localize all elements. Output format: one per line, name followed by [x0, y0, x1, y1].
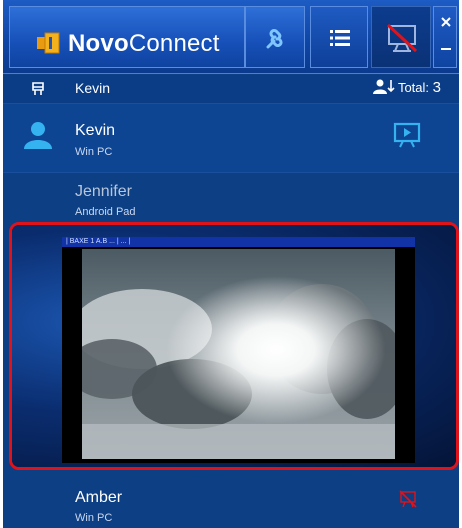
- link-button[interactable]: [245, 6, 305, 68]
- user-device: Win PC: [75, 146, 113, 158]
- presenter-seat-icon: [32, 82, 44, 95]
- user-device: Android Pad: [75, 206, 136, 218]
- stop-projection-icon: [386, 23, 418, 53]
- list-icon: [330, 30, 350, 46]
- current-user-name: Kevin: [75, 80, 111, 96]
- device-screen: | BAXE 1 A.B ... | ... |: [62, 237, 415, 463]
- user-device: Win PC: [75, 512, 113, 524]
- sky-photo: [82, 249, 395, 459]
- total-count: Total: 3: [372, 79, 441, 96]
- device-status-bar: | BAXE 1 A.B ... | ... |: [62, 237, 415, 247]
- user-name: Kevin: [75, 122, 116, 139]
- screen-preview[interactable]: | BAXE 1 A.B ... | ... |: [9, 222, 459, 470]
- user-row-kevin[interactable]: Kevin Win PC: [3, 104, 459, 172]
- window-controls: [433, 6, 457, 68]
- total-label: Total:: [397, 80, 430, 95]
- user-row-jennifer[interactable]: Jennifer Android Pad: [3, 173, 459, 223]
- user-list-button[interactable]: [310, 6, 368, 68]
- user-avatar-icon: [24, 122, 52, 149]
- current-user-header: Kevin Total: 3: [3, 75, 459, 103]
- close-icon[interactable]: [441, 17, 451, 27]
- user-name: Amber: [75, 489, 123, 506]
- toolbar: NovoConnect: [3, 0, 459, 74]
- novo-logo-icon: [37, 32, 60, 54]
- projecting-icon[interactable]: [393, 122, 421, 148]
- user-row-amber[interactable]: Amber Win PC: [3, 476, 459, 528]
- brand-part2: Connect: [128, 30, 220, 57]
- app-window: NovoConnect Kevin Total: 3 Kevin Win PC …: [0, 0, 462, 528]
- link-icon: [266, 29, 283, 49]
- brand-part1: Novo: [68, 30, 129, 57]
- minimize-icon[interactable]: [441, 47, 451, 51]
- user-count-icon: [372, 79, 395, 94]
- user-name: Jennifer: [75, 183, 132, 200]
- brand-segment: NovoConnect: [9, 6, 245, 68]
- novoconnect-panel: NovoConnect Kevin Total: 3 Kevin Win PC …: [3, 0, 459, 528]
- stop-projection-button[interactable]: [371, 6, 431, 68]
- not-projecting-icon[interactable]: [399, 490, 417, 508]
- total-number: 3: [432, 79, 441, 96]
- app-title: NovoConnect: [68, 30, 220, 58]
